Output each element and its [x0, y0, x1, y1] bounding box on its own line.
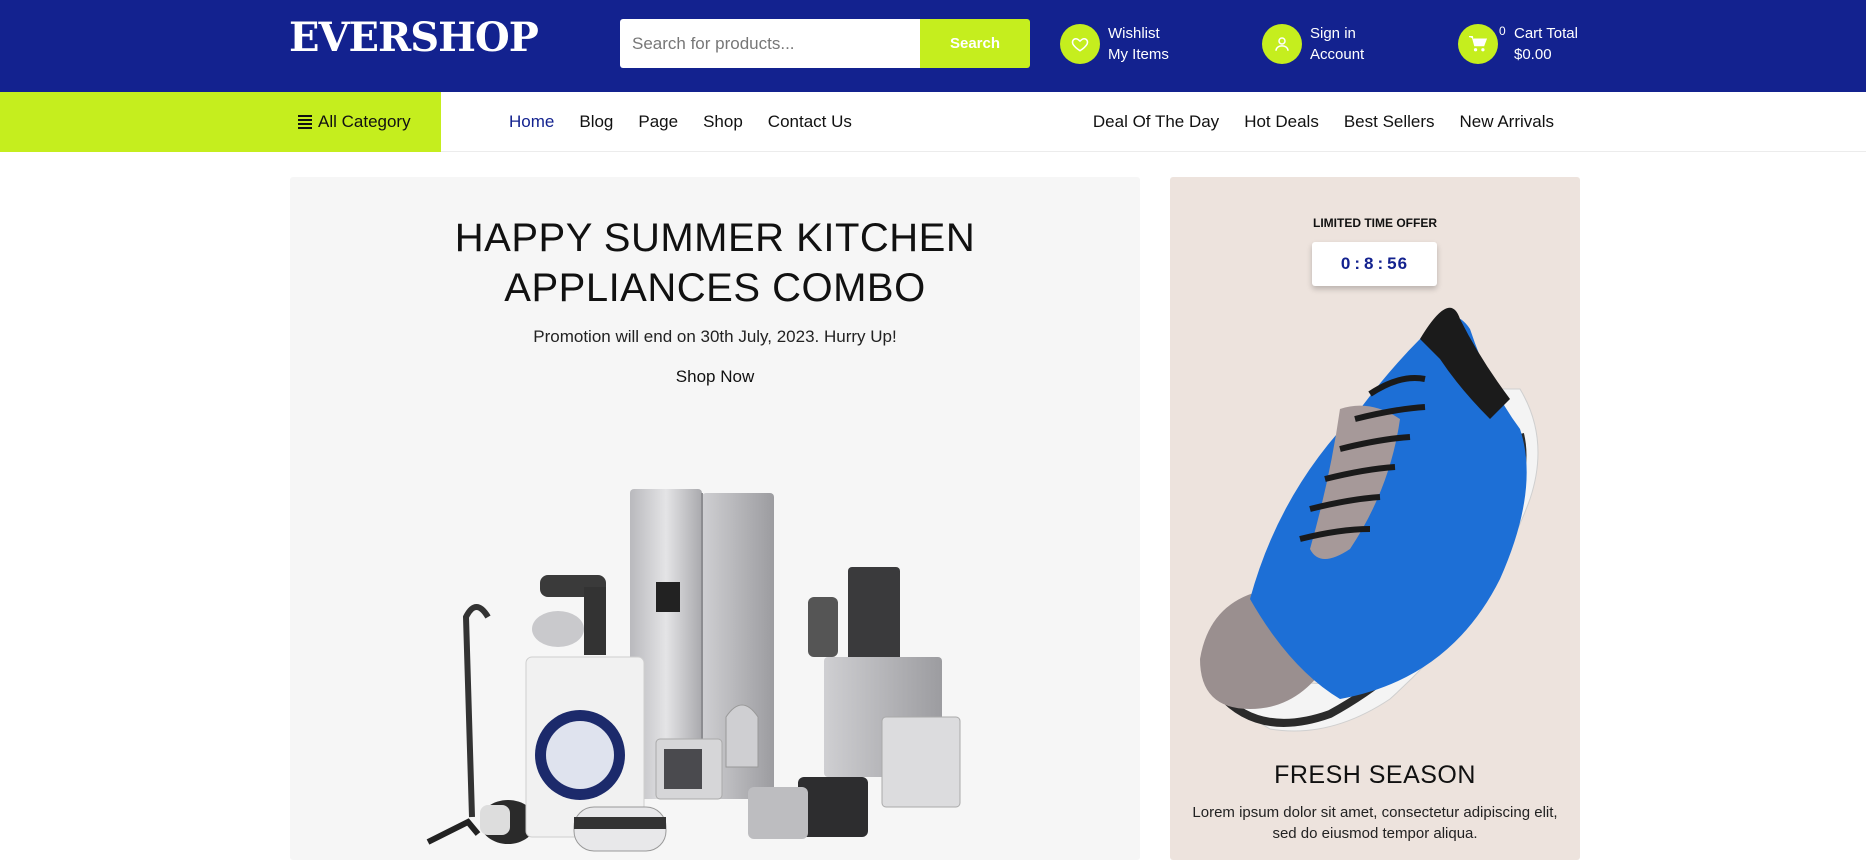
- search-input[interactable]: [620, 19, 920, 68]
- timer-minutes: 8: [1364, 254, 1375, 273]
- cart-link[interactable]: 0 Cart Total $0.00: [1458, 22, 1578, 66]
- cart-icon: [1458, 24, 1498, 64]
- kitchen-appliances-image: [426, 489, 961, 852]
- hero-title-line-2: APPLIANCES COMBO: [504, 266, 926, 310]
- timer-hours: 0: [1340, 254, 1352, 273]
- user-icon: [1262, 24, 1302, 64]
- all-category-label: All Category: [318, 112, 411, 131]
- timer-seconds: 56: [1387, 254, 1409, 273]
- signin-label: Sign in: [1310, 25, 1356, 42]
- wishlist-sublabel: My Items: [1108, 46, 1169, 63]
- cart-total-label: Cart Total: [1514, 25, 1578, 42]
- promo-card[interactable]: LIMITED TIME OFFER 0: 8: 56 FRESH SEASON…: [1170, 177, 1580, 860]
- all-category-button[interactable]: All Category: [0, 92, 441, 152]
- heart-icon: [1060, 24, 1100, 64]
- nav-link-home[interactable]: Home: [509, 112, 554, 132]
- hero-subtitle: Promotion will end on 30th July, 2023. H…: [533, 327, 897, 346]
- nav-link-hot-deals[interactable]: Hot Deals: [1244, 112, 1319, 132]
- nav-link-shop[interactable]: Shop: [703, 112, 743, 132]
- promo-description: Lorem ipsum dolor sit amet, consectetur …: [1192, 804, 1558, 842]
- cart-total-value: $0.00: [1514, 46, 1552, 63]
- main-nav: All Category Home Blog Page Shop Contact…: [0, 92, 1866, 152]
- hero-title: HAPPY SUMMER KITCHEN APPLIANCES COMBO: [290, 213, 1140, 313]
- wishlist-label: Wishlist: [1108, 25, 1160, 42]
- cart-count-badge: 0: [1499, 24, 1506, 38]
- search-bar: Search: [620, 19, 1030, 68]
- secondary-links: Deal Of The Day Hot Deals Best Sellers N…: [1093, 92, 1554, 152]
- primary-links: Home Blog Page Shop Contact Us: [509, 92, 852, 152]
- nav-link-deal-of-the-day[interactable]: Deal Of The Day: [1093, 112, 1219, 132]
- nav-link-blog[interactable]: Blog: [579, 112, 613, 132]
- countdown-timer: 0: 8: 56: [1312, 242, 1437, 286]
- shop-now-link[interactable]: Shop Now: [290, 367, 1140, 387]
- nav-link-contact[interactable]: Contact Us: [768, 112, 852, 132]
- account-link[interactable]: Sign in Account: [1262, 22, 1364, 66]
- account-sublabel: Account: [1310, 46, 1365, 63]
- promo-title: FRESH SEASON: [1274, 761, 1476, 789]
- site-logo[interactable]: EVERSHOP: [289, 14, 539, 62]
- wishlist-link[interactable]: Wishlist My Items: [1060, 22, 1169, 66]
- nav-link-new-arrivals[interactable]: New Arrivals: [1460, 112, 1554, 132]
- limited-offer-label: LIMITED TIME OFFER: [1313, 216, 1437, 230]
- nav-link-best-sellers[interactable]: Best Sellers: [1344, 112, 1435, 132]
- top-header: EVERSHOP Search Wishlist My Items Sign i…: [0, 0, 1866, 92]
- hero-banner: HAPPY SUMMER KITCHEN APPLIANCES COMBO Pr…: [290, 177, 1140, 860]
- nav-link-page[interactable]: Page: [638, 112, 678, 132]
- sneaker-image: [1200, 307, 1539, 732]
- search-button[interactable]: Search: [920, 19, 1030, 68]
- hero-title-line-1: HAPPY SUMMER KITCHEN: [454, 216, 976, 260]
- menu-icon: [298, 115, 312, 129]
